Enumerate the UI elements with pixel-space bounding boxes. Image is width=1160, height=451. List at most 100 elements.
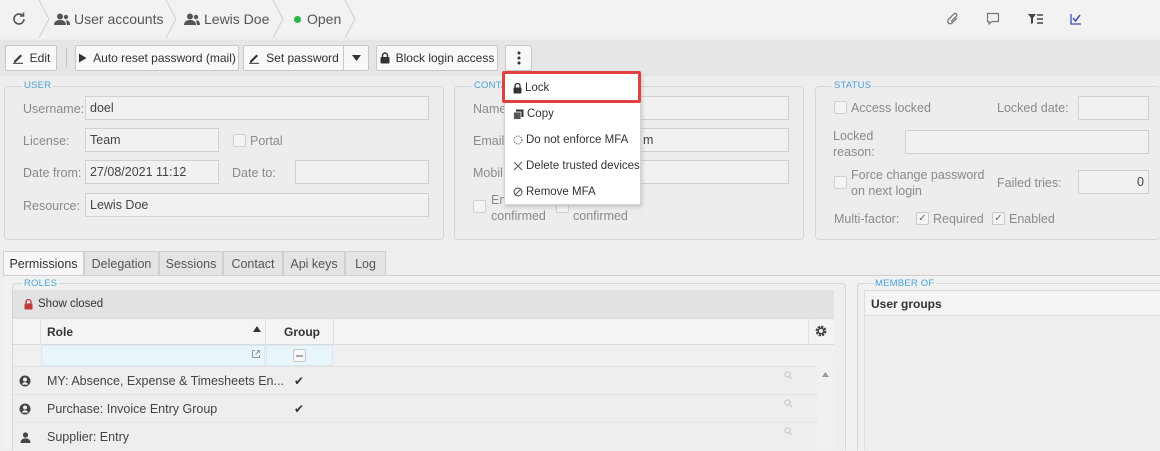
username-label: Username:	[23, 102, 85, 116]
block-login-label: Block login access	[395, 51, 495, 65]
breadcrumb-user-accounts[interactable]: User accounts	[54, 0, 163, 38]
roles-panel-title: ROLES	[22, 278, 60, 289]
close-icon	[513, 161, 523, 171]
group-cell: ✔	[294, 402, 305, 416]
mfa-required-label: Required	[933, 212, 984, 226]
edit-button[interactable]: Edit	[5, 45, 57, 71]
resource-field[interactable]: Lewis Doe	[85, 193, 429, 217]
locked-date-field[interactable]	[1078, 96, 1149, 120]
date-from-field[interactable]: 27/08/2021 11:12	[85, 160, 219, 184]
access-locked-checkbox[interactable]	[834, 101, 847, 114]
access-locked-label: Access locked	[851, 101, 931, 115]
menu-item-delete-trusted-devices[interactable]: Delete trusted devices	[505, 153, 640, 179]
dotted-circle-icon	[513, 135, 523, 145]
play-icon	[78, 53, 87, 63]
users-icon	[54, 12, 70, 26]
locked-reason-field[interactable]	[905, 130, 1149, 154]
status-panel-title: STATUS	[832, 80, 874, 91]
role-cell: Supplier: Entry	[47, 430, 129, 444]
tab-permissions[interactable]: Permissions	[3, 251, 84, 276]
users-icon	[184, 12, 200, 26]
lock-icon	[380, 52, 390, 64]
portal-label: Portal	[250, 134, 283, 148]
menu-item-remove-mfa[interactable]: Remove MFA	[505, 179, 640, 205]
table-row[interactable]: MY: Absence, Expense & Timesheets En... …	[13, 366, 817, 394]
portal-checkbox[interactable]	[233, 134, 246, 147]
roles-toolbar	[13, 290, 834, 318]
open-external-icon[interactable]	[251, 349, 261, 359]
username-field[interactable]: doel	[85, 96, 429, 120]
comment-icon[interactable]	[985, 11, 1001, 27]
email-confirmed-checkbox[interactable]	[473, 200, 486, 213]
auto-reset-password-button[interactable]: Auto reset password (mail)	[75, 45, 239, 71]
user-icon	[18, 423, 32, 451]
menu-item-label: Copy	[527, 108, 554, 120]
block-login-access-button[interactable]: Block login access	[376, 45, 498, 71]
member-of-title: MEMBER OF	[873, 278, 937, 289]
resource-label: Resource:	[23, 199, 80, 213]
status-dot-icon	[294, 15, 301, 23]
filter-list-icon[interactable]	[1026, 11, 1044, 27]
group-user-icon	[18, 395, 32, 423]
indeterminate-checkbox[interactable]	[293, 349, 306, 362]
menu-item-label: Delete trusted devices	[526, 160, 640, 172]
tab-delegation[interactable]: Delegation	[84, 251, 159, 275]
status-label: Open	[307, 11, 342, 27]
date-from-label: Date from:	[23, 166, 82, 180]
menu-item-label: Do not enforce MFA	[526, 134, 629, 146]
auto-reset-label: Auto reset password (mail)	[93, 51, 236, 65]
email-value: m	[643, 133, 654, 147]
checklist-icon[interactable]	[1068, 11, 1084, 27]
mobile-confirmed-label: confirmed	[573, 209, 628, 223]
mfa-required-checkbox[interactable]: ✓	[916, 212, 929, 225]
user-panel-title: USER	[22, 80, 54, 91]
set-password-button[interactable]: Set password	[243, 45, 344, 71]
search-icon[interactable]	[784, 417, 793, 445]
scroll-up-icon[interactable]	[822, 372, 829, 377]
roles-grid-header	[13, 318, 834, 345]
lock-item-highlight	[502, 71, 641, 103]
refresh-icon[interactable]	[10, 10, 28, 28]
paperclip-icon[interactable]	[945, 11, 961, 27]
lock-icon	[24, 298, 33, 310]
show-closed-toggle[interactable]: Show closed	[24, 296, 103, 312]
set-password-dropdown-button[interactable]	[343, 45, 369, 71]
tab-contact[interactable]: Contact	[223, 251, 283, 275]
role-filter-input[interactable]	[41, 345, 265, 366]
menu-item-do-not-enforce-mfa[interactable]: Do not enforce MFA	[505, 127, 640, 153]
date-to-field[interactable]	[295, 160, 429, 184]
multifactor-label: Multi-factor:	[834, 212, 900, 226]
failed-tries-field[interactable]: 0	[1078, 170, 1149, 194]
menu-item-copy[interactable]: Copy	[505, 101, 640, 127]
search-icon[interactable]	[784, 361, 793, 389]
caret-down-icon	[351, 55, 361, 61]
force-change-checkbox[interactable]	[834, 176, 847, 189]
table-row[interactable]: Supplier: Entry	[13, 422, 817, 450]
mfa-enabled-label: Enabled	[1009, 212, 1055, 226]
user-groups-column-header[interactable]: User groups	[871, 297, 942, 311]
edit-label: Edit	[29, 51, 51, 65]
sort-asc-icon[interactable]	[253, 326, 261, 332]
license-field[interactable]: Team	[85, 128, 219, 152]
group-column-header[interactable]: Group	[284, 325, 320, 339]
toolbar-separator	[66, 48, 67, 68]
table-row[interactable]: Purchase: Invoice Entry Group ✔	[13, 394, 817, 422]
tab-api-keys[interactable]: Api keys	[283, 251, 345, 275]
tab-sessions[interactable]: Sessions	[159, 251, 223, 275]
gear-icon[interactable]	[814, 324, 828, 338]
breadcrumb-label: Lewis Doe	[204, 11, 270, 27]
tab-log[interactable]: Log	[345, 251, 386, 275]
date-to-label: Date to:	[232, 166, 276, 180]
pencil-icon	[248, 52, 260, 64]
breadcrumb-user[interactable]: Lewis Doe	[184, 0, 269, 38]
force-change-label-1: Force change password	[851, 168, 985, 182]
more-actions-button[interactable]	[505, 45, 532, 71]
role-column-header[interactable]: Role	[47, 325, 73, 339]
roles-scrollbar[interactable]	[817, 366, 834, 450]
mfa-enabled-checkbox[interactable]: ✓	[992, 212, 1005, 225]
search-icon[interactable]	[784, 389, 793, 417]
license-label: License:	[23, 134, 70, 148]
breadcrumb-label: User accounts	[74, 11, 164, 27]
locked-date-label: Locked date:	[997, 101, 1069, 115]
breadcrumb-status: Open	[294, 0, 341, 38]
